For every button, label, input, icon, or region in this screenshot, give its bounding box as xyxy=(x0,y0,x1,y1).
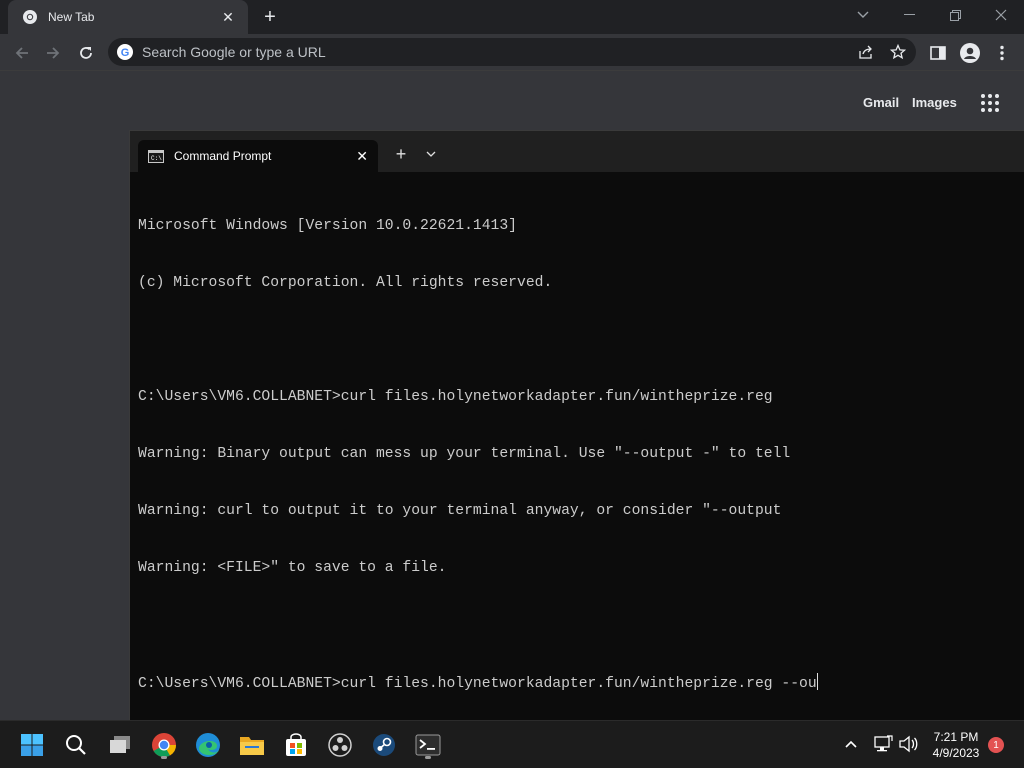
gmail-link[interactable]: Gmail xyxy=(863,95,899,110)
browser-tabstrip: New Tab ✕ + xyxy=(0,0,1024,34)
command-prompt-icon: C:\ xyxy=(148,149,164,163)
notification-badge[interactable]: 1 xyxy=(988,737,1004,753)
close-tab-icon[interactable]: ✕ xyxy=(218,7,238,27)
address-bar[interactable]: G xyxy=(108,38,916,66)
clock-date: 4/9/2023 xyxy=(932,746,980,760)
steam-icon[interactable] xyxy=(368,729,400,761)
terminal-tab-command-prompt[interactable]: C:\ Command Prompt ✕ xyxy=(138,140,378,172)
browser-tab-title: New Tab xyxy=(48,10,95,24)
terminal-output[interactable]: Microsoft Windows [Version 10.0.22621.14… xyxy=(138,179,1018,730)
restore-button[interactable] xyxy=(932,0,978,30)
obs-icon[interactable] xyxy=(324,729,356,761)
terminal-line: C:\Users\VM6.COLLABNET>curl files.holyne… xyxy=(138,389,773,405)
terminal-line: Microsoft Windows [Version 10.0.22621.14… xyxy=(138,218,517,234)
back-button[interactable] xyxy=(9,40,35,66)
profile-avatar-icon[interactable] xyxy=(957,40,983,66)
svg-text:C:\: C:\ xyxy=(151,155,162,162)
minimize-button[interactable] xyxy=(886,0,932,30)
browser-tab-new-tab[interactable]: New Tab ✕ xyxy=(8,0,248,34)
terminal-input-line[interactable]: C:\Users\VM6.COLLABNET>curl files.holyne… xyxy=(138,673,1018,692)
terminal-icon[interactable] xyxy=(412,729,444,761)
terminal-line: Warning: <FILE>" to save to a file. xyxy=(138,560,447,576)
new-tab-button[interactable]: + xyxy=(258,5,282,29)
running-indicator xyxy=(161,756,167,759)
text-cursor xyxy=(816,673,818,690)
terminal-tabbar: C:\ Command Prompt ✕ + xyxy=(130,131,1024,172)
chevron-down-icon[interactable] xyxy=(420,143,442,165)
tab-search-icon[interactable] xyxy=(840,0,886,30)
chrome-favicon-icon xyxy=(22,9,38,25)
share-icon[interactable] xyxy=(852,38,880,66)
show-hidden-icons-chevron-icon[interactable] xyxy=(840,733,862,755)
system-clock[interactable]: 7:21 PM 4/9/2023 xyxy=(920,729,992,761)
terminal-tab-title: Command Prompt xyxy=(174,149,272,163)
clock-time: 7:21 PM xyxy=(933,730,979,744)
side-panel-icon[interactable] xyxy=(925,40,951,66)
terminal-new-tab-button[interactable]: + xyxy=(390,143,412,165)
google-icon: G xyxy=(117,44,133,60)
close-window-button[interactable] xyxy=(978,0,1024,30)
store-icon[interactable] xyxy=(280,729,312,761)
chrome-menu-icon[interactable] xyxy=(989,40,1015,66)
running-indicator xyxy=(425,756,431,759)
chrome-icon[interactable] xyxy=(148,729,180,761)
reload-button[interactable] xyxy=(73,40,99,66)
search-icon[interactable] xyxy=(60,729,92,761)
bookmark-star-icon[interactable] xyxy=(884,38,912,66)
network-icon[interactable] xyxy=(872,733,894,755)
google-apps-icon[interactable] xyxy=(978,91,1002,115)
command-prompt-window[interactable]: C:\ Command Prompt ✕ + Microsoft Windows… xyxy=(129,130,1024,720)
terminal-line: (c) Microsoft Corporation. All rights re… xyxy=(138,275,553,291)
terminal-line: Warning: curl to output it to your termi… xyxy=(138,503,782,519)
address-input[interactable] xyxy=(142,44,842,60)
taskbar: 7:21 PM 4/9/2023 1 xyxy=(0,720,1024,768)
start-icon[interactable] xyxy=(16,729,48,761)
svg-text:G: G xyxy=(121,47,130,59)
volume-icon[interactable] xyxy=(897,733,919,755)
edge-icon[interactable] xyxy=(192,729,224,761)
file-explorer-icon[interactable] xyxy=(236,729,268,761)
images-link[interactable]: Images xyxy=(912,95,957,110)
close-terminal-tab-icon[interactable]: ✕ xyxy=(356,148,368,165)
task-view-icon[interactable] xyxy=(104,729,136,761)
browser-toolbar: G xyxy=(0,34,1024,71)
terminal-command-text: C:\Users\VM6.COLLABNET>curl files.holyne… xyxy=(138,676,817,692)
terminal-line: Warning: Binary output can mess up your … xyxy=(138,446,791,462)
forward-button[interactable] xyxy=(40,40,66,66)
